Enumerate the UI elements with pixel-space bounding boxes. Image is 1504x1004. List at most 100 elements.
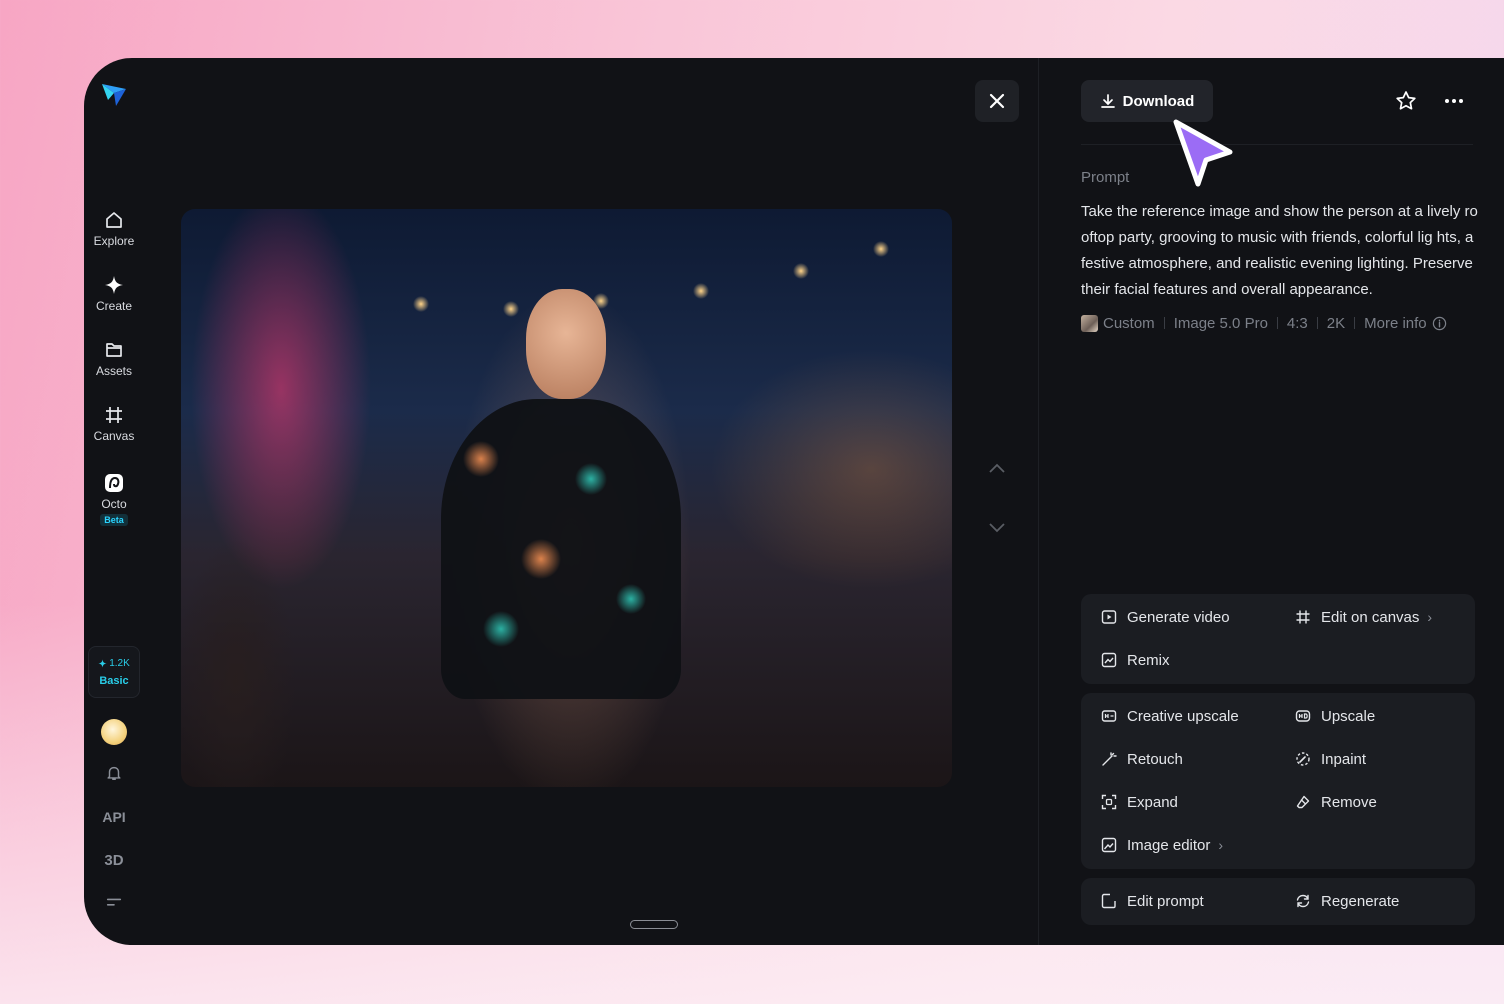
edit-tools-card: Creative upscale Upscale Retouch Inpaint… [1081,693,1475,869]
previous-image-button[interactable] [984,455,1010,481]
image-editor-label: Image editor [1127,836,1211,854]
panel-divider [1038,58,1039,945]
inpaint-icon [1296,752,1310,766]
info-icon [1432,316,1446,330]
star-icon [1396,91,1416,110]
remove-label: Remove [1321,793,1377,811]
nav-octo-label: Octo [101,497,127,511]
inpaint-button[interactable]: Inpaint [1295,748,1366,770]
nav-create-label: Create [95,299,133,313]
avatar[interactable] [101,719,127,745]
reference-thumbnail [1081,314,1098,332]
retouch-button[interactable]: Retouch [1101,748,1183,770]
upscale-button[interactable]: Upscale [1295,705,1375,727]
edit-on-canvas-label: Edit on canvas [1321,608,1420,626]
app-window: Explore Create Assets Canvas Octo Beta 1… [84,58,1504,945]
sparkle-icon [105,276,123,294]
remix-icon [1101,652,1117,668]
regenerate-button[interactable]: Regenerate [1295,890,1399,912]
octo-icon [105,474,123,492]
close-button[interactable] [975,80,1019,122]
nav-assets[interactable]: Assets [84,340,144,378]
3d-button[interactable]: 3D [84,852,144,869]
meta-style: Custom [1103,314,1155,332]
meta-model: Image 5.0 Pro [1173,314,1268,332]
generation-meta: Custom Image 5.0 Pro 4:3 2K More info [1081,313,1447,333]
chevron-down-icon [989,523,1005,533]
generate-video-button[interactable]: Generate video [1101,606,1230,628]
image-editor-button[interactable]: Image editor › [1101,834,1223,856]
mouse-cursor-icon [1173,119,1233,187]
magic-wand-icon [1102,752,1117,766]
hd-icon [1295,710,1311,722]
video-icon [1101,610,1117,624]
refresh-icon [1296,894,1310,908]
creative-upscale-label: Creative upscale [1127,707,1239,725]
sparkle-icon [98,658,107,668]
more-info-link[interactable]: More info [1364,315,1447,332]
menu-icon [106,898,122,906]
remix-label: Remix [1127,651,1170,669]
credits-widget[interactable]: 1.2K Basic [88,646,140,698]
edit-on-canvas-button[interactable]: Edit on canvas › [1295,606,1432,628]
hd-plus-icon [1101,710,1117,722]
prompt-actions-card: Edit prompt Regenerate [1081,878,1475,925]
canvas-icon [1296,610,1310,624]
more-horizontal-icon [1445,99,1463,103]
edit-prompt-button[interactable]: Edit prompt [1101,890,1204,912]
bell-icon [107,766,121,781]
prompt-text: Take the reference image and show the pe… [1081,203,1478,298]
creative-upscale-button[interactable]: Creative upscale [1101,705,1239,727]
nav-explore[interactable]: Explore [84,210,144,248]
image-edit-icon [1101,837,1117,853]
folder-icon [106,343,122,357]
header-divider [1081,144,1473,145]
image-subject-shirt [441,399,681,699]
sidebar: Explore Create Assets Canvas Octo Beta 1… [84,58,144,945]
meta-separator [1316,317,1318,329]
home-indicator [630,920,678,929]
notifications-button[interactable] [84,764,144,785]
plan-label: Basic [99,674,129,687]
regenerate-label: Regenerate [1321,892,1400,910]
meta-separator [1354,317,1356,329]
app-logo[interactable] [100,80,128,108]
meta-separator [1163,317,1165,329]
remove-button[interactable]: Remove [1295,791,1377,813]
next-image-button[interactable] [984,515,1010,541]
prompt-heading: Prompt [1081,169,1130,186]
edit-prompt-label: Edit prompt [1127,892,1204,910]
close-icon [989,93,1005,109]
inpaint-label: Inpaint [1321,750,1367,768]
expand-icon [1101,794,1117,810]
favorite-button[interactable] [1393,88,1419,114]
download-icon [1100,94,1115,108]
nav-canvas[interactable]: Canvas [84,405,144,443]
edit-icon [1101,893,1116,909]
nav-assets-label: Assets [95,364,132,378]
api-button[interactable]: API [84,809,144,825]
credits-amount-label: 1.2K [109,657,130,669]
chevron-up-icon [989,463,1005,473]
canvas-icon [106,407,122,423]
generated-image[interactable] [181,209,952,787]
more-options-button[interactable] [1441,88,1467,114]
eraser-icon [1296,795,1310,809]
generate-video-label: Generate video [1127,608,1230,626]
nav-octo[interactable]: Octo Beta [84,473,144,526]
home-icon [106,212,122,228]
nav-create[interactable]: Create [84,275,144,313]
menu-button[interactable] [84,894,144,915]
nav-canvas-label: Canvas [93,429,135,443]
chevron-right-icon: › [1427,609,1433,625]
expand-label: Expand [1127,793,1178,811]
primary-actions-card: Generate video Edit on canvas › Remix [1081,594,1475,684]
download-label: Download [1122,92,1195,110]
nav-explore-label: Explore [93,234,135,248]
expand-button[interactable]: Expand [1101,791,1178,813]
remix-button[interactable]: Remix [1101,649,1170,671]
credits-amount: 1.2K [98,658,130,669]
retouch-label: Retouch [1127,750,1183,768]
image-subject-face [526,289,606,399]
chevron-right-icon: › [1218,837,1224,853]
